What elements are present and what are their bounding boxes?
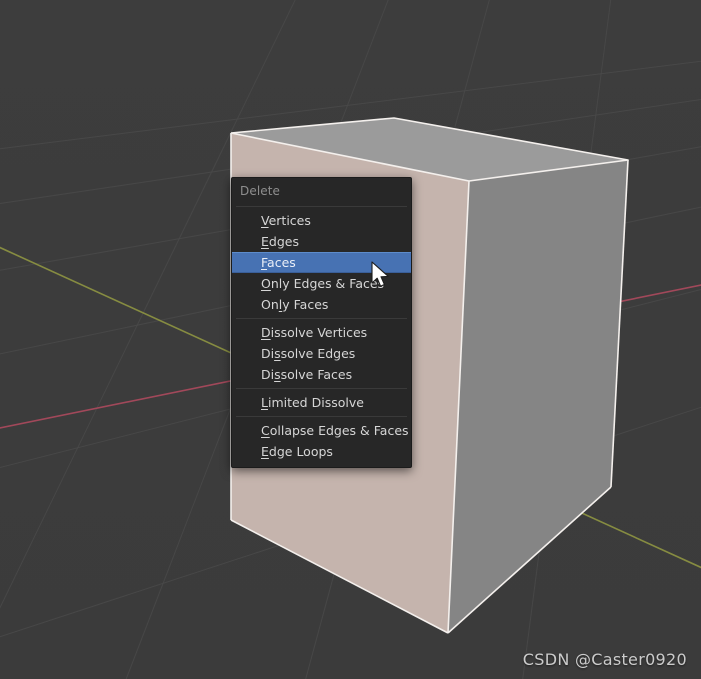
mouse-cursor xyxy=(371,261,389,287)
blender-viewport[interactable]: CSDN @Caster0920 Delete Vertices Edges Fac… xyxy=(0,0,701,679)
